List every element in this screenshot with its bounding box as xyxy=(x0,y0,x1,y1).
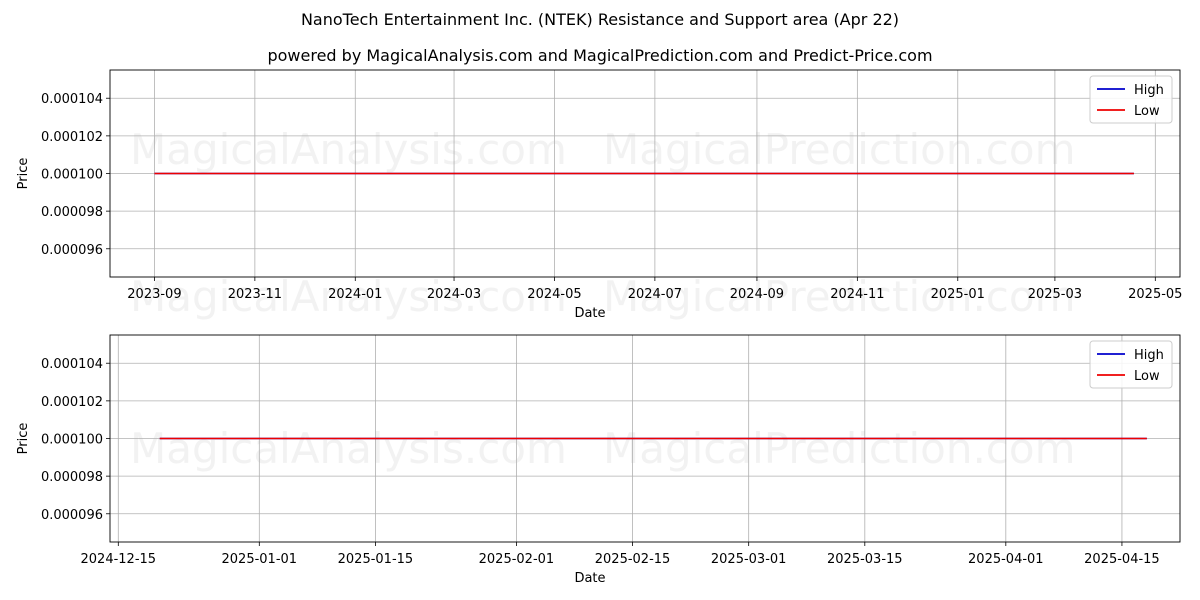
watermark-text: MagicalAnalysis.com xyxy=(130,424,567,473)
x-tick-label: 2024-03 xyxy=(427,287,481,302)
x-axis-label: Date xyxy=(574,571,605,586)
y-axis-label: Price xyxy=(16,423,31,455)
x-tick-label: 2023-09 xyxy=(127,287,181,302)
watermark-text: MagicalPrediction.com xyxy=(603,424,1076,473)
x-tick-label: 2025-01-15 xyxy=(338,552,414,567)
y-tick-label: 0.000104 xyxy=(41,357,103,372)
x-tick-label: 2025-03-01 xyxy=(711,552,787,567)
x-tick-label: 2024-01 xyxy=(328,287,382,302)
x-tick-label: 2025-04-15 xyxy=(1084,552,1160,567)
x-tick-label: 2024-05 xyxy=(527,287,581,302)
legend-label-low: Low xyxy=(1134,104,1160,119)
y-axis-label: Price xyxy=(16,158,31,190)
x-tick-label: 2025-03 xyxy=(1028,287,1082,302)
x-tick-label: 2025-01-01 xyxy=(222,552,298,567)
y-tick-label: 0.000102 xyxy=(41,130,103,145)
x-tick-label: 2024-12-15 xyxy=(81,552,157,567)
x-tick-label: 2025-02-15 xyxy=(595,552,671,567)
y-tick-label: 0.000096 xyxy=(41,508,103,523)
x-tick-label: 2023-11 xyxy=(228,287,282,302)
x-tick-label: 2025-04-01 xyxy=(968,552,1044,567)
legend-label-low: Low xyxy=(1134,369,1160,384)
x-tick-label: 2024-09 xyxy=(730,287,784,302)
y-tick-label: 0.000098 xyxy=(41,205,103,220)
x-tick-label: 2025-05 xyxy=(1128,287,1182,302)
x-tick-label: 2025-03-15 xyxy=(827,552,903,567)
x-tick-label: 2024-11 xyxy=(830,287,884,302)
watermark-text: MagicalAnalysis.com xyxy=(130,125,567,174)
legend-label-high: High xyxy=(1134,83,1164,98)
x-tick-label: 2025-01 xyxy=(931,287,985,302)
chart-canvas: MagicalAnalysis.com MagicalPrediction.com… xyxy=(16,69,1182,586)
watermark-text: MagicalPrediction.com xyxy=(603,125,1076,174)
x-axis-label: Date xyxy=(574,306,605,321)
y-tick-label: 0.000102 xyxy=(41,395,103,410)
y-tick-label: 0.000098 xyxy=(41,470,103,485)
y-tick-label: 0.000100 xyxy=(41,433,103,448)
legend-label-high: High xyxy=(1134,348,1164,363)
y-tick-label: 0.000100 xyxy=(41,168,103,183)
y-tick-label: 0.000096 xyxy=(41,243,103,258)
y-tick-label: 0.000104 xyxy=(41,92,103,107)
x-tick-label: 2024-07 xyxy=(628,287,682,302)
x-tick-label: 2025-02-01 xyxy=(479,552,555,567)
